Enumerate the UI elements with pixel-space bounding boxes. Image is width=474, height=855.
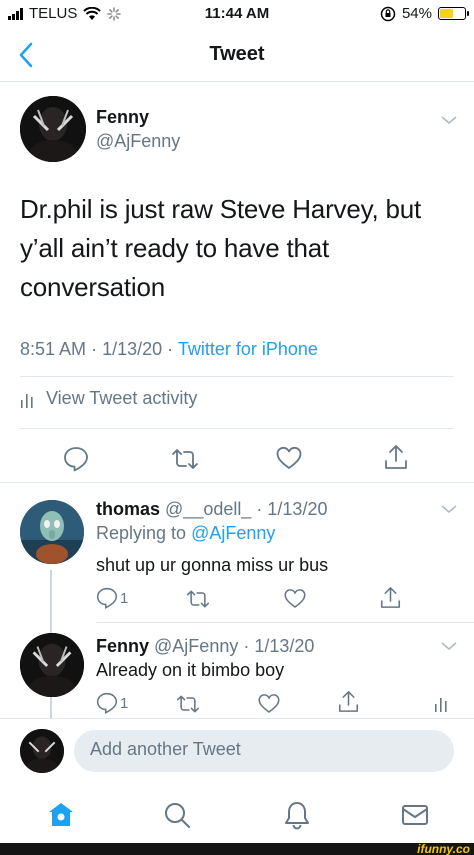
reply-date: 1/13/20 [254, 636, 315, 656]
add-tweet-input[interactable]: Add another Tweet [74, 730, 454, 772]
tweet-text-line: conversation [20, 272, 166, 302]
reply-text: Already on it bimbo boy [96, 660, 285, 680]
watermark-text: ifunny.co [417, 842, 470, 855]
reply-author-name[interactable]: thomas [96, 499, 160, 519]
home-icon[interactable] [46, 800, 76, 830]
author-handle[interactable]: @AjFenny [96, 131, 180, 152]
like-icon[interactable] [284, 588, 306, 609]
share-icon[interactable] [384, 444, 408, 470]
tweet-text: Dr.phil is just raw Steve Harvey, but y’… [20, 190, 460, 307]
avatar[interactable] [20, 500, 84, 564]
avatar[interactable] [20, 633, 84, 697]
divider [96, 622, 474, 623]
retweet-icon[interactable] [171, 448, 199, 470]
chevron-down-icon[interactable] [440, 114, 458, 126]
reply-icon[interactable] [96, 692, 118, 714]
reply-icon[interactable] [96, 587, 118, 609]
avatar[interactable] [20, 96, 86, 162]
notifications-icon[interactable] [282, 800, 312, 830]
reply-text: shut up ur gonna miss ur bus [96, 555, 329, 575]
tweet-text-line: Dr.phil is just raw Steve Harvey, but [20, 194, 422, 224]
replying-prefix: Replying to [96, 523, 187, 543]
author-name[interactable]: Fenny [96, 107, 149, 128]
battery-percent: 54% [401, 5, 432, 22]
watermark-bar: ifunny.co [0, 842, 474, 855]
share-icon[interactable] [380, 586, 401, 609]
activity-icon[interactable] [434, 694, 448, 712]
retweet-icon[interactable] [186, 589, 210, 609]
replying-to: Replying to @AjFenny [96, 523, 275, 544]
reply-author: thomas @__odell_ · 1/13/20 [96, 499, 327, 520]
reply-count: 1 [120, 695, 129, 712]
search-icon[interactable] [162, 800, 192, 830]
divider [20, 428, 454, 429]
tab-bar [0, 788, 474, 840]
like-icon[interactable] [276, 446, 302, 470]
tweet-text-line: y’all ain’t ready to have that [20, 233, 330, 263]
messages-icon[interactable] [400, 800, 430, 830]
reply-date: 1/13/20 [267, 499, 328, 519]
divider [20, 376, 454, 377]
rotation-lock-icon [380, 6, 396, 21]
nav-bar: Tweet [0, 30, 474, 82]
tweet-source-link[interactable]: Twitter for iPhone [178, 339, 318, 359]
activity-label: View Tweet activity [46, 388, 198, 408]
meta-separator: · [256, 499, 263, 519]
tweet-meta: 8:51 AM · 1/13/20 · Twitter for iPhone [20, 339, 318, 360]
meta-separator: · [167, 339, 174, 359]
chevron-down-icon[interactable] [440, 640, 458, 652]
reply-author-name[interactable]: Fenny [96, 636, 149, 656]
share-icon[interactable] [338, 690, 359, 713]
replying-to-link[interactable]: @AjFenny [191, 523, 275, 543]
reply-icon[interactable] [63, 446, 89, 472]
meta-separator: · [91, 339, 98, 359]
activity-icon [21, 393, 33, 408]
reply-author: Fenny @AjFenny · 1/13/20 [96, 636, 314, 657]
divider [0, 482, 474, 483]
tweet-time: 8:51 AM [20, 339, 87, 359]
view-activity-button[interactable]: View Tweet activity [20, 388, 197, 409]
page-title: Tweet [209, 43, 265, 65]
retweet-icon[interactable] [176, 694, 200, 714]
reply-author-handle[interactable]: @__odell_ [165, 499, 251, 519]
like-icon[interactable] [258, 693, 280, 714]
chevron-down-icon[interactable] [440, 503, 458, 515]
tweet-date: 1/13/20 [102, 339, 163, 359]
reply-author-handle[interactable]: @AjFenny [154, 636, 238, 656]
avatar [20, 729, 64, 773]
compose-bar: Add another Tweet [0, 718, 474, 782]
reply-count: 1 [120, 590, 129, 607]
meta-separator: · [243, 636, 250, 656]
status-bar: TELUS 11:44 AM 54% [0, 0, 474, 28]
battery-icon [438, 7, 469, 20]
